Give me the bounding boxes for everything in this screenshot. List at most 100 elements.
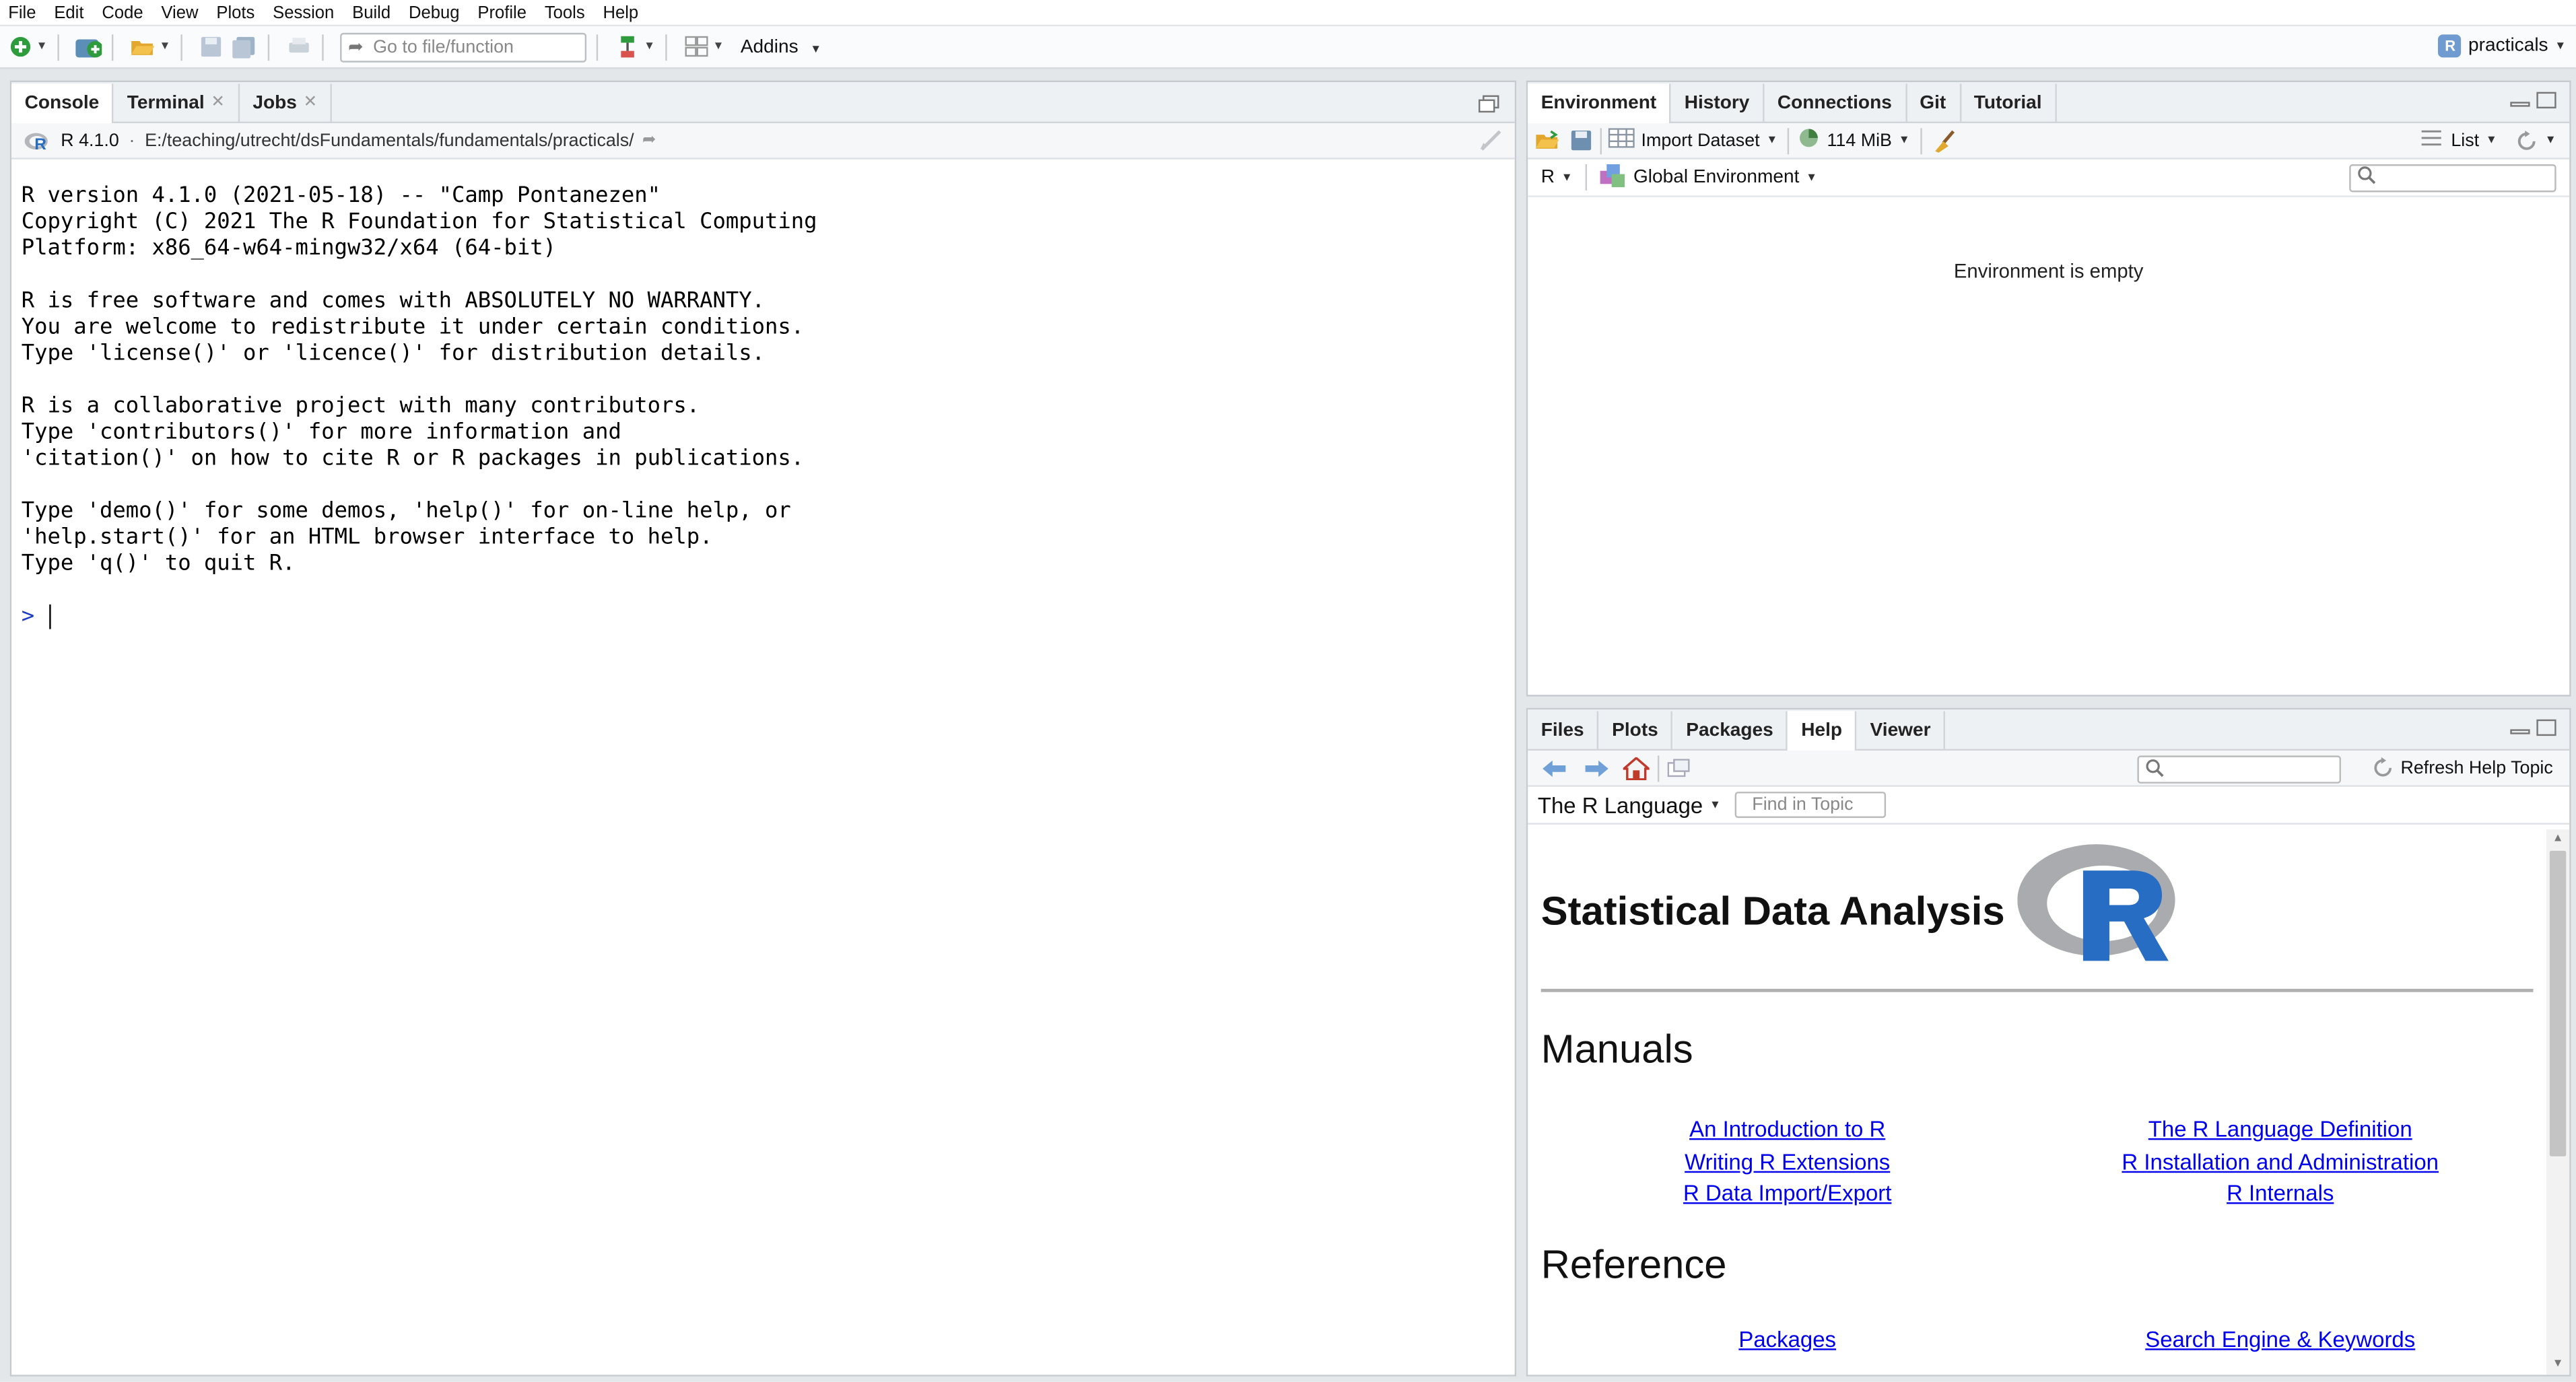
vcs-caret-icon[interactable]: ▼ — [644, 41, 655, 53]
menu-code[interactable]: Code — [94, 3, 153, 22]
addins-caret-icon: ▼ — [810, 43, 822, 55]
console-output[interactable]: R version 4.1.0 (2021-05-18) -- "Camp Po… — [11, 160, 1515, 578]
workspace-panes-caret-icon[interactable]: ▼ — [713, 41, 724, 53]
menu-profile[interactable]: Profile — [469, 3, 536, 22]
toolbar-separator — [1787, 127, 1790, 154]
tab-viewer[interactable]: Viewer — [1857, 711, 1946, 749]
minimize-pane-icon[interactable] — [2510, 92, 2530, 108]
tab-environment[interactable]: Environment — [1528, 83, 1672, 123]
environment-scope-menu[interactable]: Global Environment ▼ — [1600, 163, 1817, 191]
scroll-up-icon[interactable]: ▲ — [2546, 829, 2569, 849]
goto-placeholder: Go to file/function — [373, 36, 514, 57]
project-menu[interactable]: R practicals ▼ — [2439, 34, 2567, 58]
open-in-new-window-icon[interactable] — [1667, 758, 1691, 778]
scroll-down-icon[interactable]: ▼ — [2546, 1355, 2569, 1375]
working-directory-path[interactable]: E:/teaching/utrecht/dsFundamentals/funda… — [145, 131, 634, 150]
tab-jobs[interactable]: Jobs ✕ — [240, 83, 333, 122]
maximize-pane-icon[interactable] — [2536, 92, 2556, 109]
menu-session[interactable]: Session — [265, 3, 344, 22]
help-header: Statistical Data Analysis — [1541, 825, 2569, 982]
open-file-icon[interactable] — [130, 34, 156, 60]
r-version: R 4.1.0 — [61, 130, 119, 151]
workspace-panes-icon[interactable] — [683, 34, 710, 60]
save-icon[interactable] — [199, 34, 225, 60]
goto-file-function-input[interactable]: ➦ Go to file/function — [339, 32, 586, 62]
home-icon[interactable] — [1623, 756, 1650, 780]
tab-files[interactable]: Files — [1528, 711, 1599, 749]
project-caret-icon: ▼ — [2554, 40, 2567, 52]
scrollbar-thumb[interactable] — [2549, 850, 2567, 1156]
menu-tools[interactable]: Tools — [537, 3, 595, 22]
environment-search-input[interactable] — [2349, 163, 2556, 192]
tab-packages[interactable]: Packages — [1673, 711, 1788, 749]
addins-menu[interactable]: Addins ▼ — [741, 37, 821, 57]
table-icon — [1608, 128, 1635, 153]
console-tabstrip: Console Terminal ✕ Jobs ✕ — [11, 82, 1515, 123]
import-dataset-button[interactable]: Import Dataset ▼ — [1608, 128, 1778, 153]
open-file-caret-icon[interactable]: ▼ — [160, 41, 171, 53]
find-in-topic-input[interactable]: Find in Topic — [1734, 792, 1885, 819]
console-prompt-line[interactable]: > — [11, 578, 1515, 629]
tab-git[interactable]: Git — [1907, 83, 1961, 122]
tab-history[interactable]: History — [1671, 83, 1765, 122]
maximize-pane-icon[interactable] — [2536, 719, 2556, 736]
vcs-icon[interactable] — [614, 34, 640, 60]
minimize-pane-icon[interactable] — [2510, 720, 2530, 736]
help-scrollbar[interactable]: ▲ ▼ — [2546, 829, 2570, 1375]
clear-console-icon[interactable] — [1479, 128, 1505, 156]
tab-connections[interactable]: Connections — [1764, 83, 1907, 122]
reference-left-column: Packages — [1541, 1325, 2034, 1354]
manual-link[interactable]: R Internals — [2034, 1177, 2527, 1210]
menu-help[interactable]: Help — [595, 3, 648, 22]
help-window-buttons — [2510, 719, 2556, 736]
tab-terminal[interactable]: Terminal ✕ — [114, 83, 240, 122]
search-engine-link[interactable]: Search Engine & Keywords — [2145, 1326, 2415, 1351]
restore-pane-icon[interactable] — [1479, 92, 1499, 113]
toolbar-separator — [1600, 127, 1602, 154]
packages-link[interactable]: Packages — [1738, 1326, 1836, 1351]
menu-build[interactable]: Build — [344, 3, 401, 22]
view-mode-menu[interactable]: List ▼ — [2421, 130, 2497, 151]
language-menu[interactable]: R ▼ — [1541, 168, 1573, 187]
memory-caret-icon: ▼ — [1898, 135, 1910, 147]
import-dataset-caret-icon: ▼ — [1766, 135, 1778, 147]
tab-console[interactable]: Console — [11, 83, 114, 123]
reference-right-column: Search Engine & Keywords — [2034, 1325, 2527, 1354]
new-file-caret-icon[interactable]: ▼ — [36, 41, 48, 53]
forward-arrow-icon[interactable] — [1584, 758, 1610, 778]
refresh-environment-icon[interactable]: ▼ — [2515, 129, 2556, 152]
manual-link[interactable]: An Introduction to R — [1541, 1113, 2034, 1146]
help-topic-menu[interactable]: The R Language ▼ — [1538, 792, 1721, 817]
close-icon[interactable]: ✕ — [211, 94, 224, 112]
memory-usage-button[interactable]: 114 MiB ▼ — [1799, 128, 1910, 153]
help-content: Statistical Data Analysis Manuals An Int… — [1528, 825, 2569, 1354]
menu-edit[interactable]: Edit — [46, 3, 94, 22]
load-workspace-icon[interactable] — [1534, 127, 1561, 153]
menu-plots[interactable]: Plots — [208, 3, 265, 22]
save-all-icon[interactable] — [232, 34, 258, 60]
help-search-input[interactable] — [2137, 755, 2341, 784]
back-arrow-icon[interactable] — [1541, 758, 1567, 778]
go-to-directory-icon[interactable]: ➦ — [642, 131, 656, 149]
tab-tutorial[interactable]: Tutorial — [1961, 83, 2057, 122]
new-project-icon[interactable] — [75, 34, 102, 60]
list-icon — [2421, 130, 2441, 151]
close-icon[interactable]: ✕ — [304, 94, 317, 112]
print-icon[interactable] — [285, 34, 312, 60]
new-file-icon[interactable] — [7, 34, 33, 60]
tab-help[interactable]: Help — [1788, 711, 1858, 751]
save-workspace-icon[interactable] — [1567, 127, 1594, 153]
menu-view[interactable]: View — [153, 3, 208, 22]
menu-file[interactable]: File — [0, 3, 46, 22]
menu-debug[interactable]: Debug — [401, 3, 469, 22]
manual-link[interactable]: Writing R Extensions — [1541, 1146, 2034, 1178]
menu-bar: File Edit Code View Plots Session Build … — [0, 0, 2576, 25]
manual-link[interactable]: The R Language Definition — [2034, 1113, 2527, 1146]
manual-link[interactable]: R Installation and Administration — [2034, 1146, 2527, 1178]
clear-workspace-broom-icon[interactable] — [1931, 129, 1957, 152]
refresh-help-topic-button[interactable]: Refresh Help Topic — [2373, 757, 2553, 779]
toolbar-separator — [1586, 164, 1588, 191]
tab-plots[interactable]: Plots — [1599, 711, 1673, 749]
manual-link[interactable]: R Data Import/Export — [1541, 1177, 2034, 1210]
view-mode-caret-icon: ▼ — [2485, 135, 2497, 147]
